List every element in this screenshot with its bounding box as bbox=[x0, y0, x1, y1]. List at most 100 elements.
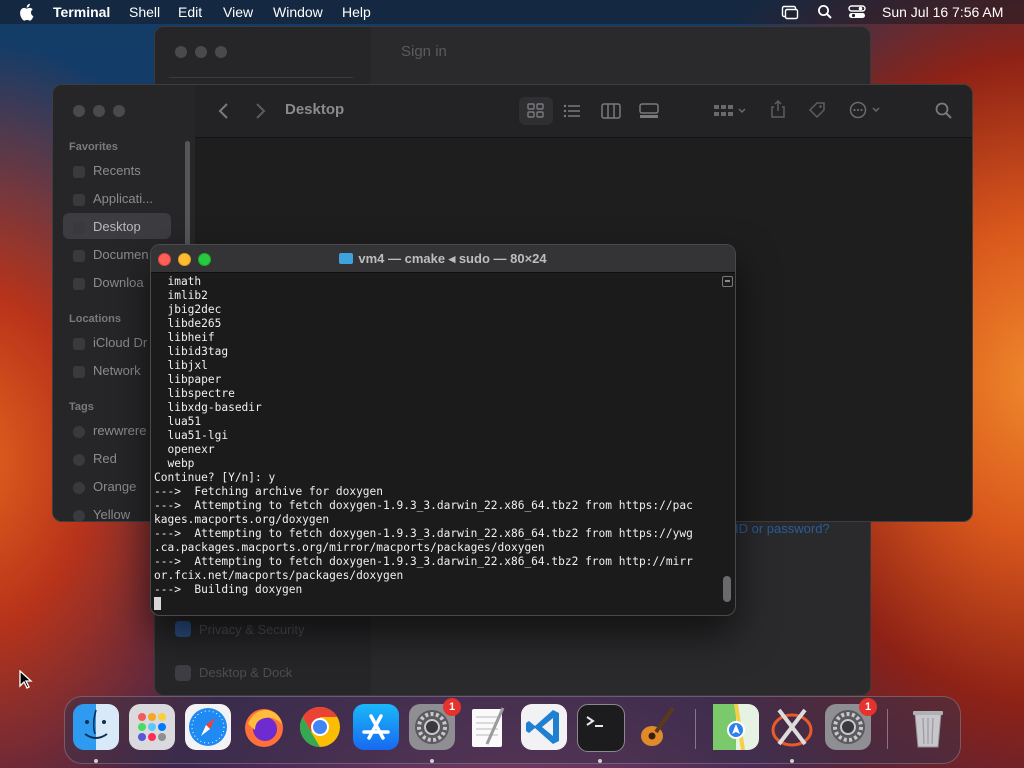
terminal-titlebar[interactable]: vm4 — cmake ◂ sudo — 80×24 bbox=[151, 245, 735, 273]
sidebar-item-icloud[interactable]: iCloud Dr bbox=[93, 335, 147, 350]
terminal-line: imath bbox=[154, 275, 202, 288]
icon-view-icon[interactable] bbox=[527, 103, 545, 119]
menu-help[interactable]: Help bbox=[342, 4, 371, 20]
menu-view[interactable]: View bbox=[223, 4, 253, 20]
terminal-line: lua51-lgi bbox=[154, 429, 229, 442]
control-center-icon[interactable] bbox=[848, 4, 866, 20]
running-indicator bbox=[790, 759, 794, 763]
privacy-icon bbox=[175, 621, 191, 637]
menu-app-terminal[interactable]: Terminal bbox=[53, 4, 110, 20]
sidebar-item-recents[interactable]: Recents bbox=[93, 163, 141, 178]
terminal-scrollbar-thumb[interactable] bbox=[723, 576, 731, 603]
terminal-line: libheif bbox=[154, 331, 215, 344]
sidebar-tag-orange[interactable]: Orange bbox=[93, 479, 136, 494]
trash-icon[interactable] bbox=[905, 704, 951, 750]
sign-in-label[interactable]: Sign in bbox=[401, 43, 447, 60]
folder-icon bbox=[339, 253, 354, 264]
terminal-line: imlib2 bbox=[154, 289, 208, 302]
gallery-view-icon[interactable] bbox=[639, 103, 659, 119]
launchpad-icon[interactable] bbox=[129, 704, 175, 750]
terminal-line: or.fcix.net/macports/packages/doxygen bbox=[154, 569, 404, 582]
terminal-line: ---> Fetching archive for doxygen bbox=[154, 485, 384, 498]
menu-window[interactable]: Window bbox=[273, 4, 323, 20]
tag-dot-icon bbox=[73, 482, 85, 494]
section-tags: Tags bbox=[69, 401, 94, 413]
sidebar-item-privacy[interactable]: Privacy & Security bbox=[199, 622, 304, 637]
mouse-pointer-icon bbox=[19, 670, 33, 689]
search-icon[interactable] bbox=[816, 4, 834, 20]
menu-edit[interactable]: Edit bbox=[178, 4, 202, 20]
finder-icon[interactable] bbox=[73, 704, 119, 750]
share-icon[interactable] bbox=[769, 99, 787, 119]
applications-icon bbox=[73, 194, 85, 206]
terminal-title-text: vm4 — cmake ◂ sudo — 80×24 bbox=[358, 251, 547, 266]
app-store-icon[interactable] bbox=[353, 704, 399, 750]
terminal-cursor-line bbox=[154, 597, 720, 611]
sidebar-item-documents[interactable]: Documen bbox=[93, 247, 149, 262]
screen-mirroring-icon[interactable] bbox=[781, 4, 799, 20]
sidebar-item-network[interactable]: Network bbox=[93, 363, 141, 378]
list-view-icon[interactable] bbox=[563, 103, 581, 119]
running-indicator bbox=[430, 759, 434, 763]
menu-clock[interactable]: Sun Jul 16 7:56 AM bbox=[882, 4, 1003, 20]
minimize-button[interactable] bbox=[195, 46, 207, 58]
group-icon[interactable] bbox=[713, 103, 749, 119]
sidebar-tag-rewwrere[interactable]: rewwrere bbox=[93, 423, 146, 438]
terminal-line: ---> Attempting to fetch doxygen-1.9.3_3… bbox=[154, 555, 693, 568]
vscode-icon[interactable] bbox=[521, 704, 567, 750]
maps-icon[interactable] bbox=[713, 704, 759, 750]
terminal-split-button[interactable] bbox=[722, 276, 733, 287]
firefox-icon[interactable] bbox=[241, 704, 287, 750]
xquartz-icon[interactable] bbox=[769, 704, 815, 750]
terminal-line: ---> Attempting to fetch doxygen-1.9.3_3… bbox=[154, 527, 693, 540]
chrome-icon[interactable] bbox=[297, 704, 343, 750]
forgot-password-link[interactable]: ID or password? bbox=[735, 521, 830, 536]
sidebar-tag-yellow[interactable]: Yellow bbox=[93, 507, 130, 521]
sidebar-item-downloads[interactable]: Downloa bbox=[93, 275, 144, 290]
terminal-window: vm4 — cmake ◂ sudo — 80×24 imath imlib2 … bbox=[150, 244, 736, 616]
terminal-line: libspectre bbox=[154, 387, 235, 400]
documents-icon bbox=[73, 250, 85, 262]
textedit-icon[interactable] bbox=[465, 704, 511, 750]
desktop-dock-icon bbox=[175, 665, 191, 681]
more-icon[interactable] bbox=[849, 101, 885, 119]
section-favorites: Favorites bbox=[69, 141, 118, 153]
sidebar-item-desktop-dock[interactable]: Desktop & Dock bbox=[199, 665, 292, 680]
garageband-icon[interactable] bbox=[633, 704, 679, 750]
minimize-button[interactable] bbox=[93, 105, 105, 117]
sidebar-scrollbar[interactable] bbox=[185, 141, 190, 261]
terminal-line: libid3tag bbox=[154, 345, 229, 358]
terminal-line: openexr bbox=[154, 443, 215, 456]
search-icon[interactable] bbox=[935, 102, 953, 120]
sidebar-item-applications[interactable]: Applicati... bbox=[93, 191, 153, 206]
terminal-icon[interactable] bbox=[577, 704, 625, 752]
terminal-line: jbig2dec bbox=[154, 303, 222, 316]
dock-separator bbox=[887, 709, 888, 749]
tag-icon[interactable] bbox=[807, 100, 827, 120]
forward-icon[interactable] bbox=[253, 102, 267, 120]
system-settings-icon[interactable]: 1 bbox=[409, 698, 461, 750]
terminal-cursor bbox=[154, 597, 161, 610]
close-button[interactable] bbox=[73, 105, 85, 117]
back-icon[interactable] bbox=[217, 102, 231, 120]
terminal-line: ---> Attempting to fetch doxygen-1.9.3_3… bbox=[154, 499, 693, 512]
recents-icon bbox=[73, 166, 85, 178]
sidebar-item-desktop[interactable]: Desktop bbox=[93, 219, 141, 234]
terminal-output[interactable]: imath imlib2 jbig2dec libde265 libheif l… bbox=[154, 275, 720, 611]
menu-shell[interactable]: Shell bbox=[129, 4, 160, 20]
system-settings-icon[interactable]: 1 bbox=[825, 698, 877, 750]
running-indicator bbox=[94, 759, 98, 763]
downloads-icon bbox=[73, 278, 85, 290]
terminal-line: kages.macports.org/doxygen bbox=[154, 513, 330, 526]
dock-separator bbox=[695, 709, 696, 749]
terminal-line: libjxl bbox=[154, 359, 208, 372]
apple-icon[interactable] bbox=[18, 3, 34, 21]
terminal-title: vm4 — cmake ◂ sudo — 80×24 bbox=[151, 251, 735, 267]
zoom-button[interactable] bbox=[215, 46, 227, 58]
notification-badge: 1 bbox=[859, 698, 877, 716]
column-view-icon[interactable] bbox=[601, 103, 621, 119]
close-button[interactable] bbox=[175, 46, 187, 58]
sidebar-tag-red[interactable]: Red bbox=[93, 451, 117, 466]
safari-icon[interactable] bbox=[185, 704, 231, 750]
zoom-button[interactable] bbox=[113, 105, 125, 117]
